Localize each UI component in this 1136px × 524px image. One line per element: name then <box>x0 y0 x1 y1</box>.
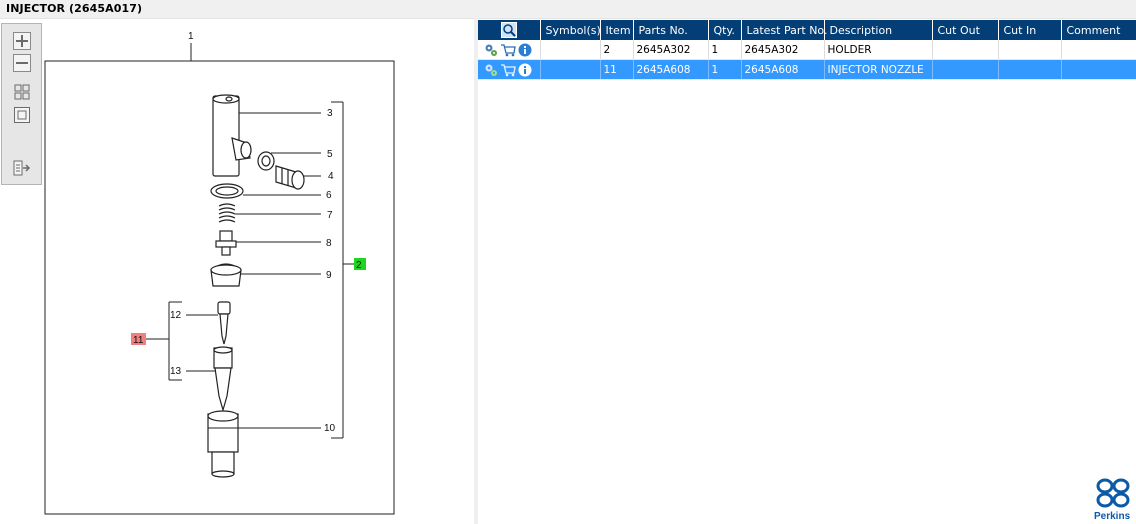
column-header-latest-part-no[interactable]: Latest Part No. <box>741 20 827 40</box>
column-header-cut-out[interactable]: Cut Out <box>932 20 999 40</box>
cell-cut-in <box>998 40 1062 60</box>
part-body <box>212 95 240 177</box>
cell-item: 2 <box>600 40 634 60</box>
table-row-selected[interactable]: 11 2645A608 1 2645A608 INJECTOR NOZZLE <box>478 59 1136 80</box>
callout-7: 7 <box>327 210 333 221</box>
cell-item: 11 <box>600 59 634 80</box>
callout-4: 4 <box>328 171 334 182</box>
cell-symbols <box>540 40 601 60</box>
cell-parts-no: 2645A608 <box>633 59 709 80</box>
column-header-parts-no[interactable]: Parts No. <box>633 20 709 40</box>
column-header-item[interactable]: Item <box>600 20 634 40</box>
column-header-cut-in[interactable]: Cut In <box>998 20 1062 40</box>
column-header-qty[interactable]: Qty. <box>708 20 742 40</box>
callout-13: 13 <box>170 366 182 377</box>
column-header-comment[interactable]: Comment <box>1061 20 1136 40</box>
cell-comment <box>1061 59 1136 80</box>
configure-gears-icon[interactable] <box>484 43 498 57</box>
cell-description: HOLDER <box>824 40 933 60</box>
callout-6: 6 <box>326 190 332 201</box>
cell-symbols <box>540 59 601 80</box>
cell-cut-in <box>998 59 1062 80</box>
row-actions <box>478 40 541 60</box>
cell-latest-part-no: 2645A608 <box>741 59 825 80</box>
table-header-row: Symbol(s) Item Parts No. Qty. Latest Par… <box>478 20 1136 40</box>
callout-1: 1 <box>188 31 194 42</box>
window-title-bar: INJECTOR (2645A017) <box>0 0 1136 19</box>
pane-splitter[interactable] <box>474 18 478 524</box>
cell-qty: 1 <box>708 59 742 80</box>
row-actions <box>478 59 541 80</box>
zoom-to-selection-icon <box>500 22 517 38</box>
callout-5: 5 <box>327 149 333 160</box>
cell-comment <box>1061 40 1136 60</box>
callout-9: 9 <box>326 270 332 281</box>
cell-cut-out <box>932 40 999 60</box>
column-header-symbols[interactable]: Symbol(s) <box>540 20 601 40</box>
add-to-cart-icon[interactable] <box>500 63 516 77</box>
cell-qty: 1 <box>708 40 742 60</box>
info-icon[interactable] <box>518 43 532 57</box>
brand-name: Perkins <box>1094 511 1131 522</box>
callout-8: 8 <box>326 238 332 249</box>
parts-table: Symbol(s) Item Parts No. Qty. Latest Par… <box>478 20 1136 80</box>
cell-cut-out <box>932 59 999 80</box>
callout-12: 12 <box>170 310 182 321</box>
callout-11: 11 <box>133 335 144 346</box>
table-row[interactable]: 2 2645A302 1 2645A302 HOLDER <box>478 40 1136 60</box>
cell-latest-part-no: 2645A302 <box>741 40 825 60</box>
exploded-parts-diagram: 1 3 5 4 6 7 8 9 10 12 13 2 11 <box>44 31 395 515</box>
callout-2: 2 <box>356 260 362 271</box>
info-icon[interactable] <box>518 63 532 77</box>
add-to-cart-icon[interactable] <box>500 43 516 57</box>
configure-gears-icon[interactable] <box>484 63 498 77</box>
cell-parts-no: 2645A302 <box>633 40 709 60</box>
column-header-description[interactable]: Description <box>824 20 933 40</box>
callout-3: 3 <box>327 108 333 119</box>
window-title: INJECTOR (2645A017) <box>6 2 143 15</box>
callout-10: 10 <box>324 423 336 434</box>
column-header-tools[interactable] <box>478 20 541 40</box>
cell-description: INJECTOR NOZZLE <box>824 59 933 80</box>
